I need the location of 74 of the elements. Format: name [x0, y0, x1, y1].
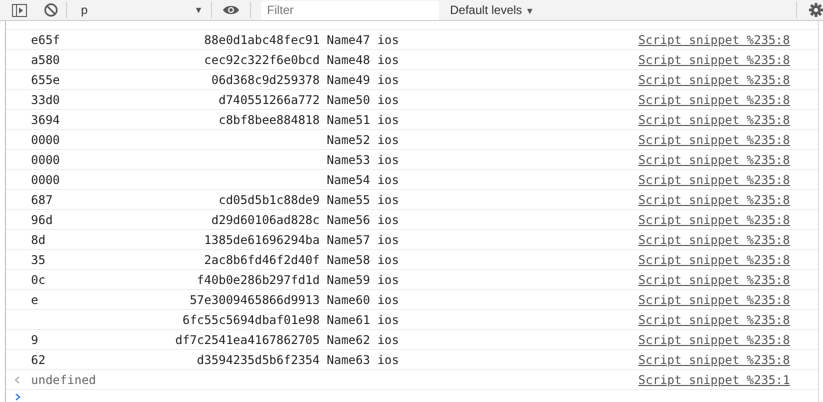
- log-text: Name47 ios: [326, 32, 399, 46]
- context-select[interactable]: p ▼: [75, 3, 203, 17]
- source-link[interactable]: Script snippet %235:8: [638, 312, 790, 326]
- log-text: 6fc55c5694dbaf01e98: [182, 312, 320, 326]
- source-link[interactable]: Script snippet %235:8: [638, 272, 790, 286]
- log-text: Name55 ios: [326, 192, 399, 206]
- result-text: undefined: [31, 372, 96, 386]
- source-link[interactable]: Script snippet %235:8: [638, 132, 790, 146]
- log-text: Name58 ios: [326, 252, 399, 266]
- log-text: a580: [31, 52, 60, 66]
- log-text: Name48 ios: [326, 52, 399, 66]
- log-text: 96d: [31, 212, 53, 226]
- sidebar-toggle-icon[interactable]: [12, 4, 27, 16]
- log-text: 88e0d1abc48fec91: [204, 32, 320, 46]
- log-text: Name54 ios: [326, 172, 399, 186]
- log-text: Name59 ios: [326, 272, 399, 286]
- eye-icon[interactable]: [222, 4, 240, 16]
- log-text: Name63 ios: [326, 352, 399, 366]
- log-text: 33d0: [31, 92, 60, 106]
- source-link[interactable]: Script snippet %235:8: [638, 72, 790, 86]
- log-text: e65f: [31, 32, 60, 46]
- source-link[interactable]: Script snippet %235:8: [638, 192, 790, 206]
- source-link[interactable]: Script snippet %235:8: [638, 32, 790, 46]
- log-text: Name62 ios: [326, 332, 399, 346]
- log-text: cd05d5b1c88de9: [218, 192, 320, 206]
- log-text: 2ac8b6fd46f2d40f: [204, 252, 320, 266]
- log-text: d740551266a772: [218, 92, 320, 106]
- source-link[interactable]: Script snippet %235:1: [638, 372, 790, 386]
- log-text: df7c2541ea4167862705: [175, 332, 320, 346]
- log-text: f40b0e286b297fd1d: [196, 272, 320, 286]
- source-link[interactable]: Script snippet %235:8: [638, 292, 790, 306]
- log-text: Name51 ios: [326, 112, 399, 126]
- log-text: Name52 ios: [326, 132, 399, 146]
- log-text: d3594235d5b6f2354: [196, 352, 320, 366]
- log-text: Name53 ios: [326, 152, 399, 166]
- source-link[interactable]: Script snippet %235:8: [638, 352, 790, 366]
- log-text: c8bf8bee884818: [218, 112, 320, 126]
- source-link[interactable]: Script snippet %235:8: [638, 232, 790, 246]
- log-text: Name60 ios: [326, 292, 399, 306]
- log-text: Name57 ios: [326, 232, 399, 246]
- log-text: Name61 ios: [326, 312, 399, 326]
- log-text: 0000: [31, 132, 60, 146]
- source-link[interactable]: Script snippet %235:8: [638, 112, 790, 126]
- clear-console-icon[interactable]: [44, 3, 58, 17]
- log-text: d29d60106ad828c: [211, 212, 320, 226]
- settings-icon[interactable]: [809, 3, 823, 17]
- log-text: 687: [31, 192, 53, 206]
- log-text: 9: [31, 332, 38, 346]
- log-text: Name56 ios: [326, 212, 399, 226]
- log-text: e: [31, 292, 38, 306]
- log-text: 35: [31, 252, 46, 266]
- source-link[interactable]: Script snippet %235:8: [638, 212, 790, 226]
- levels-dropdown[interactable]: Default levels ▼: [450, 3, 534, 17]
- log-text: Name49 ios: [326, 72, 399, 86]
- log-text: 06d368c9d259378: [211, 72, 320, 86]
- log-text: 0000: [31, 152, 60, 166]
- log-text: 3694: [31, 112, 60, 126]
- log-text: 655e: [31, 72, 60, 86]
- log-text: cec92c322f6e0bcd: [204, 52, 320, 66]
- source-link[interactable]: Script snippet %235:8: [638, 152, 790, 166]
- filter-field[interactable]: Filter: [261, 0, 439, 20]
- log-text: 8d: [31, 232, 46, 246]
- source-link[interactable]: Script snippet %235:8: [638, 252, 790, 266]
- source-link[interactable]: Script snippet %235:8: [638, 92, 790, 106]
- log-text: 0c: [31, 272, 46, 286]
- log-text: 62: [31, 352, 46, 366]
- log-text: 57e3009465866d9913: [190, 292, 320, 306]
- log-text: 1385de61696294ba: [204, 232, 320, 246]
- log-text: 0000: [31, 172, 60, 186]
- prompt-icon[interactable]: [15, 393, 21, 401]
- source-link[interactable]: Script snippet %235:8: [638, 332, 790, 346]
- log-text: Name50 ios: [326, 92, 399, 106]
- source-link[interactable]: Script snippet %235:8: [638, 172, 790, 186]
- source-link[interactable]: Script snippet %235:8: [638, 52, 790, 66]
